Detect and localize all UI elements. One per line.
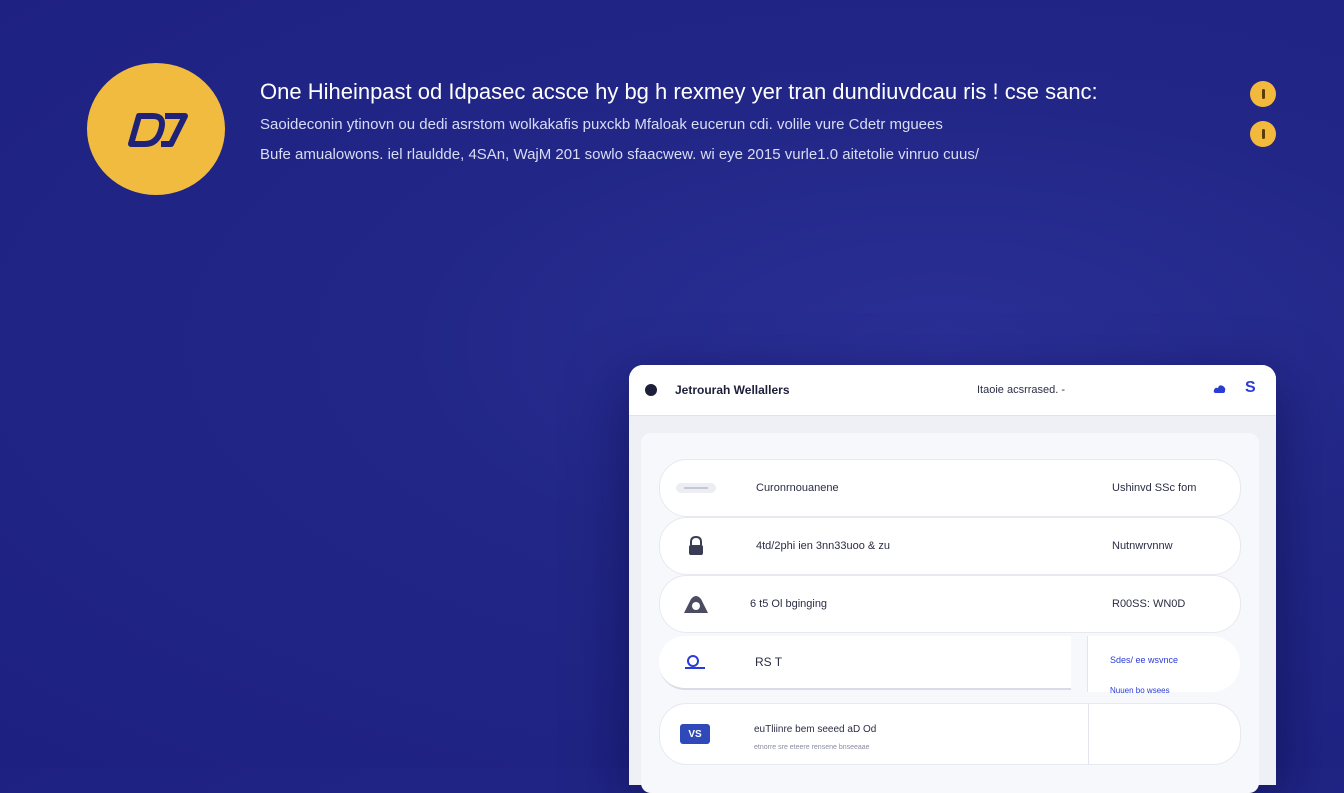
lock-icon xyxy=(666,535,726,557)
window-title: Jetrourah Wellallers xyxy=(675,383,790,397)
list-item-sublabel: etnorre sre eteere rensene bnseeaae xyxy=(754,744,870,751)
list-item-label: RS T xyxy=(755,655,783,669)
window-status-icon xyxy=(645,384,657,396)
list-item-main: RS T xyxy=(659,636,1071,690)
hero-line-2: Bufe amualowons. iel rlauldde, 4SAn, Waj… xyxy=(260,146,979,163)
list-item[interactable]: RS T Sdes/ ee wsvnce Nuuen bo wsees xyxy=(659,636,1240,695)
list-item-label: 4td/2phi ien 3nn33uoo & zu xyxy=(756,540,890,552)
hero-text: One Hiheinpast od Idpasec acsce hy bg h … xyxy=(260,78,1230,170)
window-subtitle: Itaoie acsrrased. - xyxy=(977,384,1066,396)
list-item[interactable]: Curonrnouanene Ushinvd SSc fom xyxy=(659,459,1241,517)
alert-icon[interactable] xyxy=(1250,121,1276,147)
hero-title: One Hiheinpast od Idpasec acsce hy bg h … xyxy=(260,79,1098,104)
account-button[interactable]: S xyxy=(1245,379,1256,397)
list-item-value: Ushinvd SSc fom xyxy=(1112,482,1197,494)
list-item[interactable]: 4td/2phi ien 3nn33uoo & zu Nutnwrvnnw xyxy=(659,517,1241,575)
app-window: Jetrourah Wellallers Itaoie acsrrased. -… xyxy=(629,365,1276,793)
side-text-bottom: Nuuen bo wsees xyxy=(1110,686,1170,695)
logo-mark-icon xyxy=(128,113,188,147)
side-text-top: Sdes/ ee wsvnce xyxy=(1110,655,1179,665)
list-item-label: euTliinre bem seeed aD Od xyxy=(754,724,877,735)
list-item-value: Nutnwrvnnw xyxy=(1112,540,1173,552)
link-icon xyxy=(665,654,725,670)
info-icon[interactable] xyxy=(1250,81,1276,107)
cloud-icon xyxy=(666,593,726,615)
hero-line-1: Saoideconin ytinovn ou dedi asrstom wolk… xyxy=(260,116,943,133)
vs-badge: VS xyxy=(680,724,710,744)
brand-logo xyxy=(87,63,225,195)
settings-panel: Curonrnouanene Ushinvd SSc fom 4td/2phi … xyxy=(641,433,1259,793)
badge-icon xyxy=(666,480,726,496)
cloud-icon[interactable] xyxy=(1213,383,1227,395)
divider xyxy=(1088,704,1089,764)
window-titlebar: Jetrourah Wellallers Itaoie acsrrased. -… xyxy=(629,365,1276,416)
list-item-label: 6 t5 Ol bginging xyxy=(750,598,828,610)
list-item-value: R00SS: WN0D xyxy=(1112,598,1186,610)
list-item-side[interactable]: Sdes/ ee wsvnce Nuuen bo wsees xyxy=(1087,636,1240,695)
list-item[interactable]: VS euTliinre bem seeed aD Od etnorre sre… xyxy=(659,703,1241,765)
list-item[interactable]: 6 t5 Ol bginging R00SS: WN0D xyxy=(659,575,1241,633)
list-item-label: Curonrnouanene xyxy=(756,482,839,494)
